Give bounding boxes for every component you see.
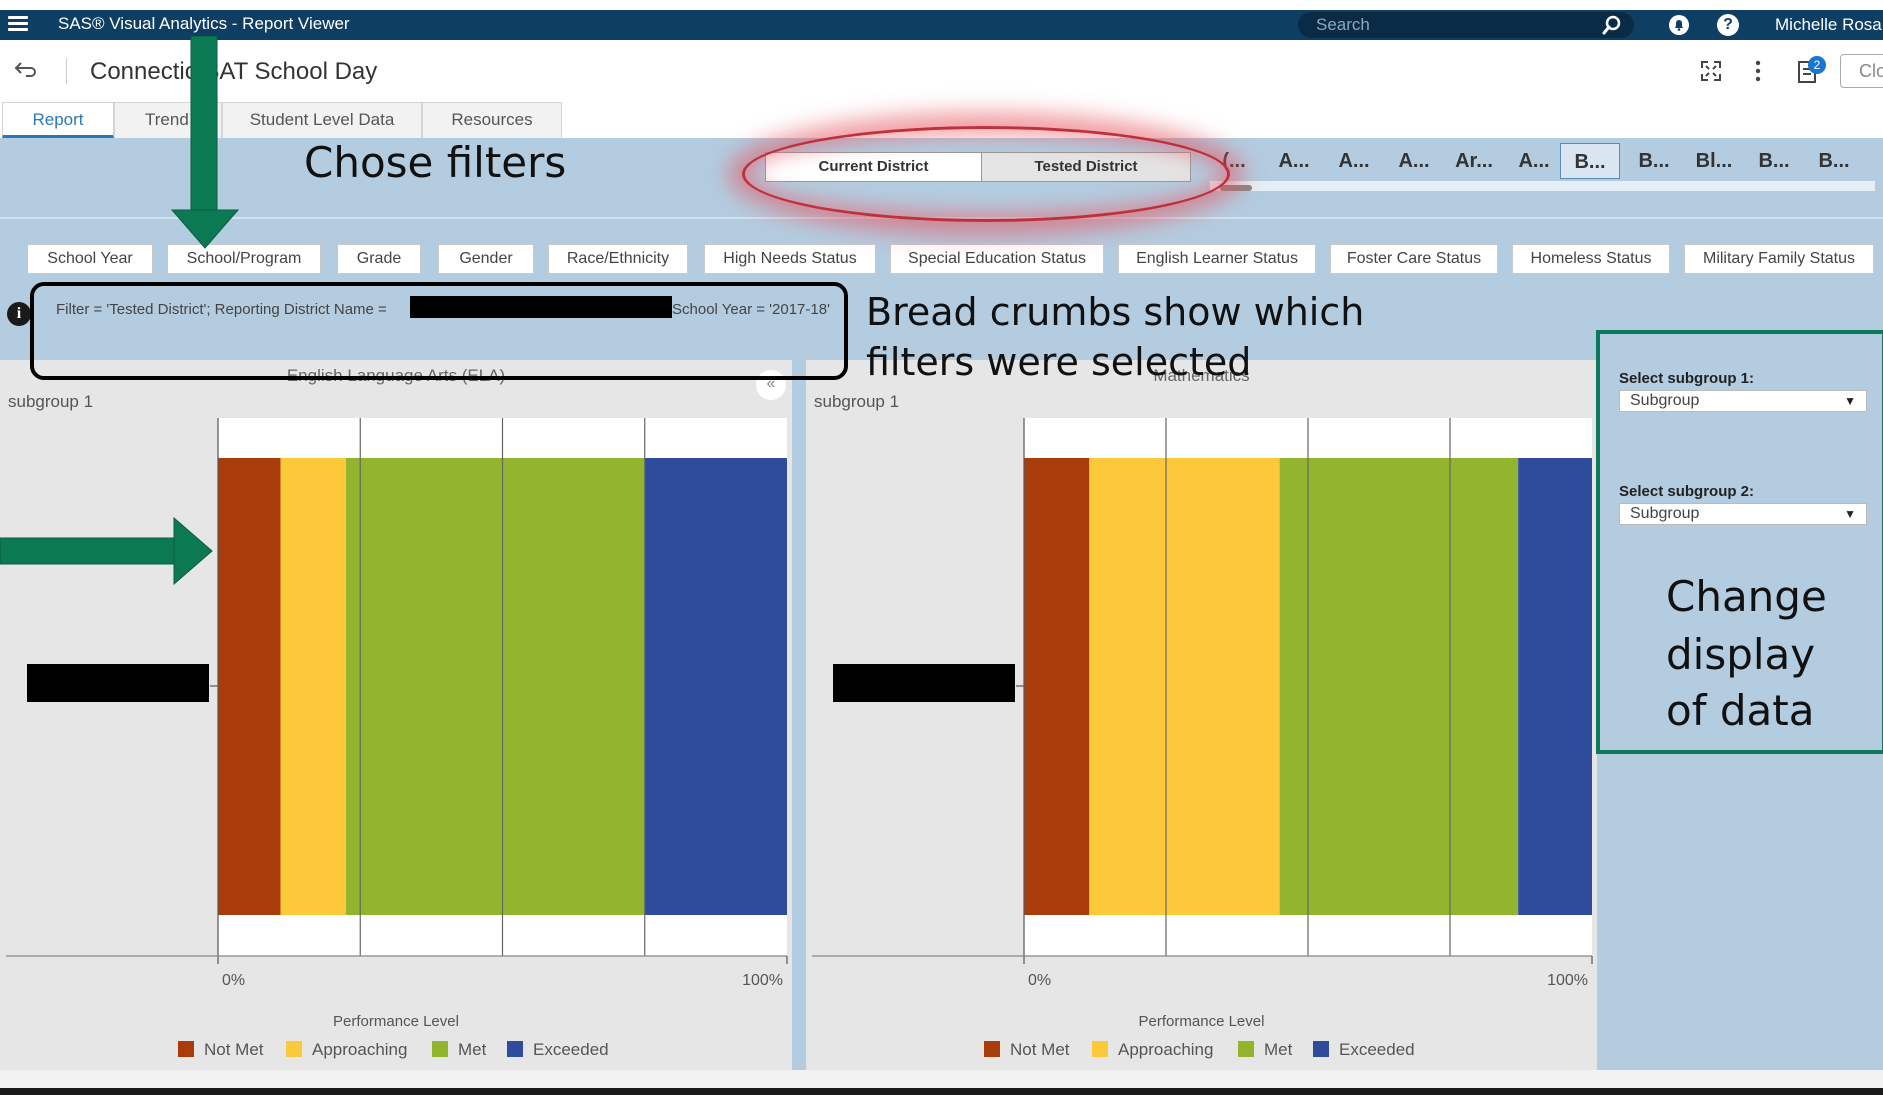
math-legend-swatch-not-met <box>984 1041 1000 1057</box>
search-box[interactable] <box>1298 12 1634 38</box>
ela-legend-swatch-approaching <box>286 1041 302 1057</box>
ela-x-axis-label: Performance Level <box>333 1013 459 1030</box>
notes-count-badge: 2 <box>1808 56 1826 74</box>
ela-bar-met <box>346 458 645 915</box>
ela-legend-swatch-not-met <box>178 1041 194 1057</box>
math-bar-not-met <box>1024 458 1090 915</box>
filter-military-family-button[interactable]: Military Family Status <box>1684 244 1874 274</box>
district-button[interactable]: A... <box>1330 143 1378 179</box>
district-button[interactable]: Bl... <box>1690 143 1738 179</box>
right-arrow-annotation <box>0 516 213 586</box>
top-strip <box>0 0 1883 10</box>
ela-chart: 0% 100% Performance Level Not Met Approachin… <box>6 418 788 1059</box>
district-button[interactable]: B... <box>1630 143 1678 179</box>
annotation-breadcrumbs-line1: Bread crumbs show which <box>866 290 1365 334</box>
tab-resources[interactable]: Resources <box>422 102 562 138</box>
district-scrollbar-thumb[interactable] <box>1220 185 1252 191</box>
ela-legend-label-met: Met <box>458 1040 487 1059</box>
annotation-change-line3: of data <box>1666 686 1815 735</box>
math-bar-approaching <box>1089 458 1280 915</box>
filter-english-learner-button[interactable]: English Learner Status <box>1118 244 1316 274</box>
math-panel: Mathematics subgroup 1 0% 100% Performance… <box>806 360 1597 1070</box>
math-legend-swatch-exceeded <box>1313 1041 1329 1057</box>
filter-foster-care-button[interactable]: Foster Care Status <box>1330 244 1498 274</box>
math-legend-label-not-met: Not Met <box>1010 1040 1070 1059</box>
math-bar-met <box>1279 458 1519 915</box>
ela-legend-label-exceeded: Exceeded <box>533 1040 609 1059</box>
app-title: SAS® Visual Analytics - Report Viewer <box>58 14 350 33</box>
math-legend-swatch-approaching <box>1092 1041 1108 1057</box>
annotation-change-line1: Change <box>1666 572 1827 621</box>
help-icon[interactable]: ? <box>1717 14 1739 36</box>
ela-legend-label-not-met: Not Met <box>204 1040 264 1059</box>
tab-student-level-data[interactable]: Student Level Data <box>222 102 422 138</box>
filter-grade-button[interactable]: Grade <box>337 244 421 274</box>
annotation-chose-filters: Chose filters <box>304 138 567 187</box>
ela-legend-label-approaching: Approaching <box>312 1040 407 1059</box>
bottom-strip <box>0 1070 1883 1095</box>
district-button[interactable]: Ar... <box>1450 143 1498 179</box>
more-options-icon[interactable] <box>1750 60 1766 82</box>
math-x-tick-label: 100% <box>1547 972 1588 989</box>
ela-bar-exceeded <box>644 458 787 915</box>
district-button[interactable]: A... <box>1510 143 1558 179</box>
ela-legend-swatch-exceeded <box>507 1041 523 1057</box>
math-x-tick-label: 0% <box>1028 972 1051 989</box>
panel-gap <box>792 360 806 1070</box>
tab-report[interactable]: Report <box>2 102 114 138</box>
close-button[interactable]: Clo <box>1840 54 1883 88</box>
ela-redaction-bar <box>27 664 209 702</box>
filter-school-year-button[interactable]: School Year <box>27 244 153 274</box>
math-legend-label-met: Met <box>1264 1040 1293 1059</box>
ela-x-tick-label: 0% <box>222 972 245 989</box>
annotation-change-line2: display <box>1666 630 1816 679</box>
annotation-breadcrumbs-line2: filters were selected <box>866 340 1252 384</box>
report-header: Connectic SAT School Day 2 Clo <box>0 40 1883 102</box>
math-legend-label-approaching: Approaching <box>1118 1040 1213 1059</box>
filter-gender-button[interactable]: Gender <box>438 244 534 274</box>
highlight-ellipse <box>742 126 1230 222</box>
breadcrumb-highlight-box <box>30 282 848 380</box>
search-icon[interactable] <box>1602 15 1622 35</box>
math-bar-exceeded <box>1518 458 1592 915</box>
ela-panel: English Language Arts (ELA) subgroup 1 0… <box>0 360 792 1070</box>
math-redaction-bar <box>833 664 1015 702</box>
filter-special-education-button[interactable]: Special Education Status <box>890 244 1104 274</box>
district-button[interactable]: A... <box>1270 143 1318 179</box>
math-x-axis-label: Performance Level <box>1139 1013 1265 1030</box>
down-arrow-annotation <box>170 36 240 249</box>
ela-legend-swatch-met <box>432 1041 448 1057</box>
math-chart: 0% 100% Performance Level Not Met Approachin… <box>812 418 1593 1059</box>
ela-bar-not-met <box>218 458 281 915</box>
alerts-icon[interactable] <box>1668 14 1690 36</box>
math-legend-label-exceeded: Exceeded <box>1339 1040 1415 1059</box>
search-input[interactable] <box>1316 15 1586 35</box>
fullscreen-icon[interactable] <box>1700 60 1722 82</box>
user-name[interactable]: Michelle Rosa <box>1775 15 1882 35</box>
district-button[interactable]: B... <box>1810 143 1858 179</box>
back-icon[interactable] <box>14 60 36 80</box>
math-legend-swatch-met <box>1238 1041 1254 1057</box>
filter-homeless-button[interactable]: Homeless Status <box>1512 244 1670 274</box>
ela-bar-approaching <box>280 458 347 915</box>
ela-x-tick-label: 100% <box>742 972 783 989</box>
filter-high-needs-button[interactable]: High Needs Status <box>704 244 876 274</box>
app-titlebar: SAS® Visual Analytics - Report Viewer ? … <box>0 10 1883 40</box>
district-scrollbar[interactable] <box>1210 181 1875 191</box>
filter-race-ethnicity-button[interactable]: Race/Ethnicity <box>548 244 688 274</box>
menu-icon[interactable] <box>8 16 28 32</box>
district-button[interactable]: A... <box>1390 143 1438 179</box>
info-icon[interactable]: i <box>7 302 31 326</box>
district-button[interactable]: B... <box>1750 143 1798 179</box>
district-button-selected[interactable]: B... <box>1560 143 1620 179</box>
header-divider <box>66 58 67 84</box>
district-button-bar: (... A... A... A... Ar... A... B... B...… <box>1210 143 1875 193</box>
